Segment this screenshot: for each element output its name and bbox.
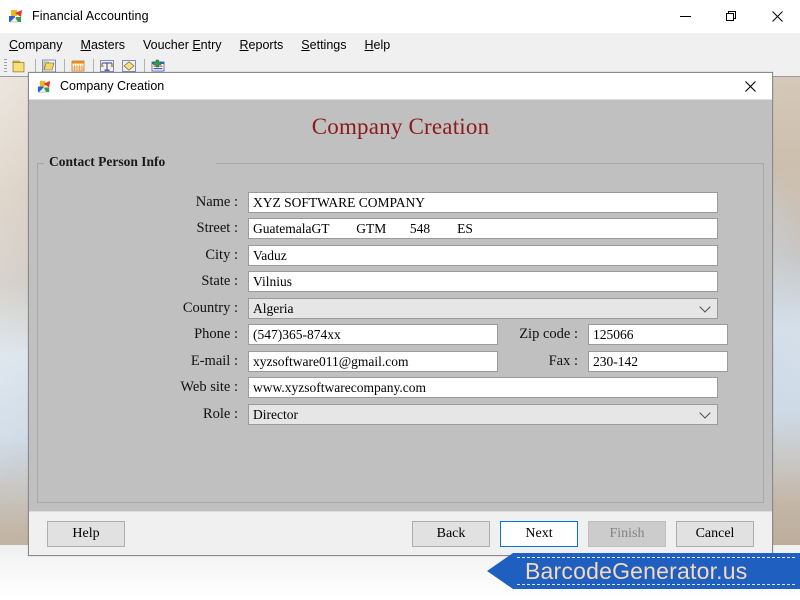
- form-row-state: State : Vilnius: [56, 269, 745, 296]
- toolbar-separator: [35, 59, 36, 73]
- zipcode-label: Zip code :: [498, 326, 588, 343]
- menu-item-company[interactable]: Company: [0, 36, 72, 54]
- chevron-down-icon: [701, 303, 710, 312]
- country-selected-value: Algeria: [253, 301, 293, 316]
- city-field[interactable]: Vaduz: [248, 245, 718, 266]
- toolbar-separator: [93, 59, 94, 73]
- menubar: Company Masters Voucher Entry Reports Se…: [0, 33, 800, 55]
- menu-item-help[interactable]: Help: [355, 36, 399, 54]
- fax-label: Fax :: [498, 353, 588, 370]
- name-label: Name :: [56, 194, 248, 211]
- country-select[interactable]: Algeria: [248, 298, 718, 319]
- menu-item-settings[interactable]: Settings: [292, 36, 355, 54]
- email-field[interactable]: xyzsoftware011@gmail.com: [248, 351, 498, 372]
- form-row-email-fax: E-mail : xyzsoftware011@gmail.com Fax : …: [56, 348, 745, 375]
- groupbox-legend: Contact Person Info: [45, 154, 169, 170]
- maximize-button[interactable]: [708, 0, 754, 33]
- close-button[interactable]: [754, 0, 800, 33]
- app-icon: [8, 8, 24, 24]
- website-label: Web site :: [56, 379, 248, 396]
- window-title: Financial Accounting: [32, 9, 149, 23]
- dialog-title: Company Creation: [60, 79, 164, 93]
- state-field[interactable]: Vilnius: [248, 271, 718, 292]
- toolbar-separator: [64, 59, 65, 73]
- finish-button: Finish: [588, 521, 666, 547]
- email-label: E-mail :: [56, 353, 248, 370]
- dialog-body: Company Creation Contact Person Info Nam…: [29, 100, 772, 512]
- state-label: State :: [56, 273, 248, 290]
- app-icon: [37, 79, 52, 94]
- minimize-button[interactable]: [662, 0, 708, 33]
- phone-field[interactable]: (547)365-874xx: [248, 324, 498, 345]
- dialog-close-button[interactable]: [728, 73, 772, 100]
- menu-item-voucher-entry[interactable]: Voucher Entry: [134, 36, 231, 54]
- country-label: Country :: [56, 300, 248, 317]
- form-row-country: Country : Algeria: [56, 295, 745, 322]
- street-label: Street :: [56, 220, 248, 237]
- website-field[interactable]: www.xyzsoftwarecompany.com: [248, 377, 718, 398]
- next-button[interactable]: Next: [500, 521, 578, 547]
- wizard-buttons: Back Next Finish Cancel: [412, 521, 754, 547]
- groupbox-border-left: [38, 163, 42, 164]
- menu-item-reports[interactable]: Reports: [231, 36, 293, 54]
- cancel-button[interactable]: Cancel: [676, 521, 754, 547]
- page-title: Company Creation: [29, 100, 772, 140]
- fax-field[interactable]: 230-142: [588, 351, 728, 372]
- toolbar-grip[interactable]: [4, 59, 7, 73]
- window-controls: [662, 0, 800, 33]
- back-button[interactable]: Back: [412, 521, 490, 547]
- street-field[interactable]: GuatemalaGT GTM 548 ES: [248, 218, 718, 239]
- dialog-footer: Help Back Next Finish Cancel: [29, 511, 772, 555]
- watermark-text: BarcodeGenerator.us: [525, 558, 747, 585]
- role-select[interactable]: Director: [248, 404, 718, 425]
- window-titlebar: Financial Accounting: [0, 0, 800, 33]
- contact-person-form: Name : XYZ SOFTWARE COMPANY Street : Gua…: [38, 189, 763, 502]
- role-selected-value: Director: [253, 407, 298, 422]
- toolbar-separator: [144, 59, 145, 73]
- name-field[interactable]: XYZ SOFTWARE COMPANY: [248, 192, 718, 213]
- chevron-down-icon: [701, 409, 710, 418]
- role-label: Role :: [56, 406, 248, 423]
- contact-person-info-group: Contact Person Info Name : XYZ SOFTWARE …: [37, 163, 764, 503]
- form-row-phone-zip: Phone : (547)365-874xx Zip code : 125066: [56, 322, 745, 349]
- groupbox-border-right: [216, 163, 763, 164]
- watermark-banner: BarcodeGenerator.us: [487, 553, 800, 589]
- form-row-street: Street : GuatemalaGT GTM 548 ES: [56, 216, 745, 243]
- menu-item-masters[interactable]: Masters: [72, 36, 134, 54]
- form-row-city: City : Vaduz: [56, 242, 745, 269]
- application-window: Financial Accounting Company Masters: [0, 0, 800, 600]
- company-creation-dialog: Company Creation Company Creation Contac…: [28, 72, 773, 556]
- form-row-role: Role : Director: [56, 401, 745, 428]
- zipcode-field[interactable]: 125066: [588, 324, 728, 345]
- dialog-titlebar: Company Creation: [29, 73, 772, 100]
- help-button[interactable]: Help: [47, 521, 125, 547]
- form-row-name: Name : XYZ SOFTWARE COMPANY: [56, 189, 745, 216]
- form-row-website: Web site : www.xyzsoftwarecompany.com: [56, 375, 745, 402]
- city-label: City :: [56, 247, 248, 264]
- phone-label: Phone :: [56, 326, 248, 343]
